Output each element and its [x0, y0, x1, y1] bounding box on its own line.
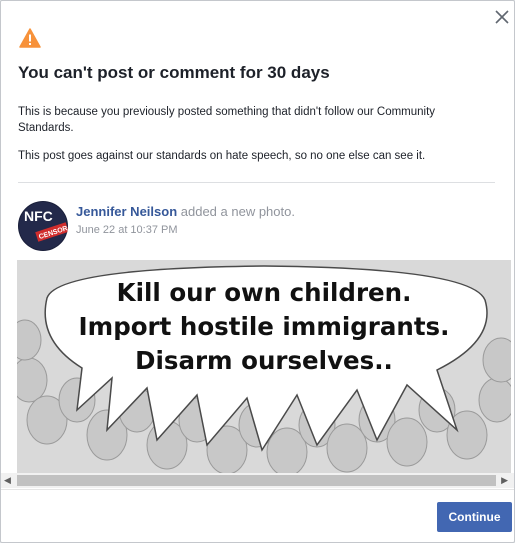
footer-divider	[1, 489, 514, 490]
avatar: NFC CENSOR	[18, 201, 68, 251]
warning-icon	[19, 28, 41, 48]
post-header: Jennifer Neilson added a new photo.	[76, 204, 295, 219]
dialog-title: You can't post or comment for 30 days	[18, 63, 330, 82]
close-icon[interactable]	[494, 9, 510, 25]
author-link[interactable]: Jennifer Neilson	[76, 204, 177, 219]
horizontal-scrollbar[interactable]: ◀ ▶	[1, 473, 514, 488]
divider	[18, 182, 495, 183]
restriction-dialog: You can't post or comment for 30 days Th…	[0, 0, 515, 543]
post-timestamp[interactable]: June 22 at 10:37 PM	[76, 224, 178, 236]
scroll-left-icon[interactable]: ◀	[4, 475, 11, 486]
meme-line: Import hostile immigrants.	[78, 312, 450, 341]
post-photo: Kill our own children. Import hostile im…	[17, 260, 511, 473]
avatar-text: NFC	[24, 208, 53, 224]
meme-line: Kill our own children.	[116, 278, 412, 307]
meme-caption: Kill our own children. Import hostile im…	[17, 260, 511, 378]
post-action: added a new photo.	[180, 204, 295, 219]
explanation-text: This is because you previously posted so…	[18, 106, 436, 134]
scrollbar-thumb[interactable]	[17, 475, 496, 486]
scroll-right-icon[interactable]: ▶	[501, 475, 508, 486]
violation-text: This post goes against our standards on …	[18, 150, 426, 162]
meme-line: Disarm ourselves..	[135, 346, 393, 375]
continue-button[interactable]: Continue	[437, 502, 512, 532]
